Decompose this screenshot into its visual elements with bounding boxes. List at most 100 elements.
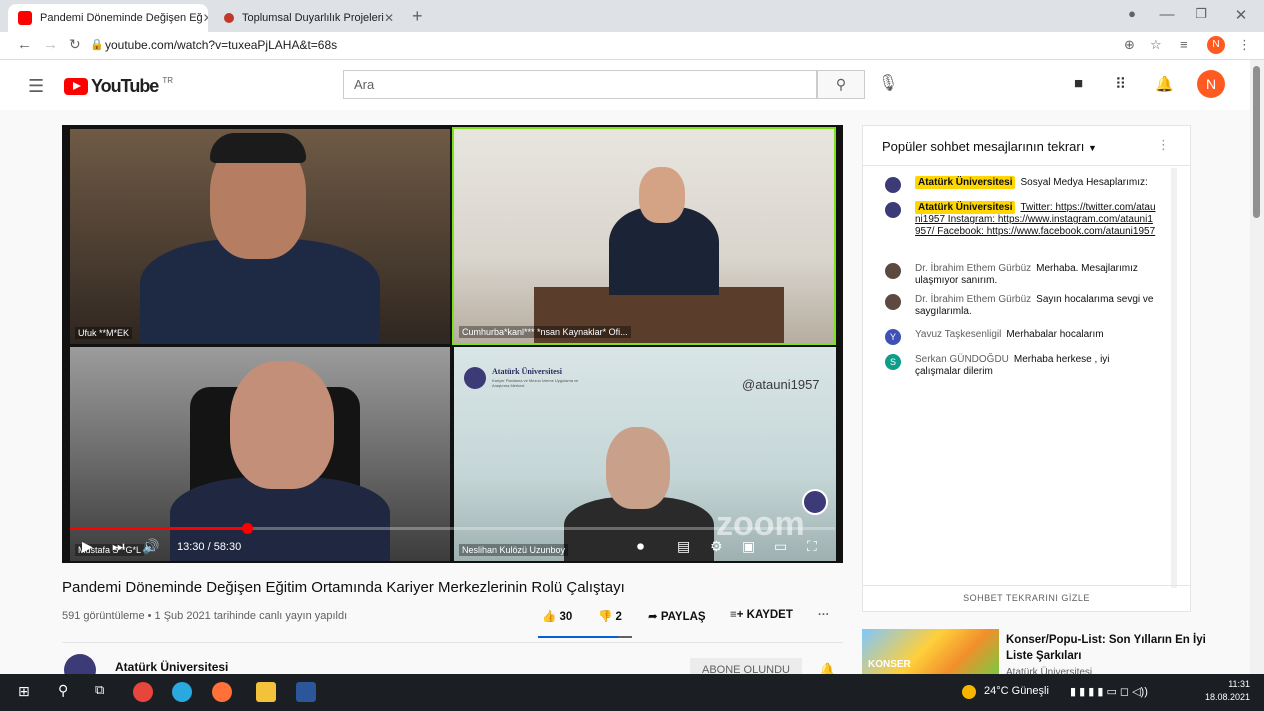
time-display: 13:30 / 58:30 <box>177 541 242 553</box>
recommended-thumbnail[interactable]: KONSER <box>862 629 999 675</box>
page-scrollbar-thumb[interactable] <box>1253 66 1260 218</box>
user-avatar-letter: Y <box>885 329 901 345</box>
voice-search-icon[interactable]: 🎙 <box>878 73 898 93</box>
file-explorer-icon[interactable] <box>256 682 276 702</box>
chat-message: Atatürk Üniversitesi Sosyal Medya Hesapla… <box>885 176 1157 193</box>
menu-icon[interactable]: ☰ <box>28 76 44 97</box>
install-app-icon[interactable]: ⊕ <box>1124 37 1135 53</box>
participant-face <box>230 361 334 489</box>
tray-icons[interactable]: ▮ ▮ ▮ ▮ ▭ ◻ ◁)) <box>1070 685 1148 698</box>
url-field[interactable]: youtube.com/watch?v=tuxeaPjLAHA&t=68s <box>105 38 337 52</box>
page-scrollbar[interactable] <box>1250 60 1264 674</box>
chat-more-icon[interactable]: ⋮ <box>1157 137 1170 153</box>
new-tab-button[interactable]: + <box>412 6 423 27</box>
recommended-title[interactable]: Konser/Popu-List: Son Yılların En İyi Li… <box>1006 632 1206 664</box>
like-ratio-fill <box>538 636 618 638</box>
play-icon[interactable]: ▶ <box>82 538 93 555</box>
youtube-header: ☰ YouTube TR Ara ⚲ 🎙 ■ ⠿ 🔔 N <box>0 60 1264 110</box>
browser-tab-bar: Pandemi Döneminde Değişen Eğ ✕ Toplumsal… <box>0 0 1264 32</box>
firefox-icon[interactable] <box>212 682 232 702</box>
create-video-icon[interactable]: ■ <box>1074 75 1083 92</box>
chat-message: Dr. İbrahim Ethem Gürbüz Sayın hocalarıma… <box>885 294 1157 318</box>
search-input[interactable]: Ara <box>343 70 817 99</box>
search-icon[interactable]: ⚲ <box>58 682 68 699</box>
owner-avatar <box>885 202 901 218</box>
chat-author[interactable]: Atatürk Üniversitesi <box>915 201 1016 214</box>
chat-author[interactable]: Dr. İbrahim Ethem Gürbüz <box>915 263 1031 274</box>
reload-icon[interactable]: ↻ <box>69 36 81 53</box>
more-actions-button[interactable]: ··· <box>818 609 830 621</box>
next-icon[interactable]: ⏭ <box>112 538 125 555</box>
browser-menu-icon[interactable]: ⋮ <box>1238 37 1251 53</box>
thumbs-down-icon: 👎 <box>598 611 613 623</box>
profile-dot-icon[interactable]: ● <box>1117 6 1147 21</box>
search-icon: ⚲ <box>835 76 847 92</box>
bookmark-star-icon[interactable]: ☆ <box>1150 37 1162 53</box>
browser-profile-avatar[interactable]: N <box>1207 36 1225 54</box>
miniplayer-icon[interactable]: ▣ <box>742 538 755 555</box>
chat-author[interactable]: Serkan GÜNDOĞDU <box>915 354 1009 365</box>
logo-word: YouTube <box>91 76 159 96</box>
dislike-button[interactable]: 👎 2 <box>598 609 622 623</box>
university-seal-icon <box>464 367 486 389</box>
chat-header: Popüler sohbet mesajlarının tekrarı ▼ ⋮ <box>863 126 1190 166</box>
weather-sun-icon <box>962 685 976 699</box>
lock-icon: 🔒 <box>90 39 104 51</box>
tab-youtube[interactable]: Pandemi Döneminde Değişen Eğ ✕ <box>8 4 208 32</box>
chat-title: Popüler sohbet mesajlarının tekrarı <box>882 139 1085 154</box>
slide-handle: @atauni1957 <box>742 377 820 392</box>
youtube-logo[interactable]: YouTube TR <box>64 76 173 97</box>
video-player[interactable]: Ufuk **M*EK Cumhurba*kanl*** *nsan Kayna… <box>62 125 843 563</box>
user-avatar[interactable]: N <box>1197 70 1225 98</box>
back-icon[interactable]: ← <box>17 36 32 53</box>
channel-name[interactable]: Atatürk Üniversitesi <box>115 660 228 674</box>
user-avatar-photo <box>885 294 901 310</box>
divider <box>62 642 843 643</box>
minimize-button[interactable]: — <box>1152 6 1182 23</box>
windows-start-icon[interactable]: ⊞ <box>18 683 30 700</box>
chevron-down-icon: ▼ <box>1087 143 1097 153</box>
hide-chat-replay-button[interactable]: SOHBET TEKRARINI GİZLE <box>863 585 1190 611</box>
task-view-icon[interactable]: ⧉ <box>95 682 104 698</box>
maximize-button[interactable]: ❐ <box>1186 6 1216 22</box>
live-chat-replay: Popüler sohbet mesajlarının tekrarı ▼ ⋮ … <box>862 125 1191 612</box>
tab-close-icon[interactable]: ✕ <box>203 11 208 25</box>
forward-icon[interactable]: → <box>43 36 58 53</box>
system-clock[interactable]: 11:31 18.08.2021 <box>1205 678 1250 704</box>
tab-title: Pandemi Döneminde Değişen Eğ <box>40 12 203 24</box>
theater-mode-icon[interactable]: ▭ <box>774 538 787 555</box>
share-arrow-icon: ➦ <box>648 611 658 623</box>
participant-tile: Ufuk **M*EK <box>70 129 450 344</box>
youtube-play-logo-icon <box>64 78 88 95</box>
like-count: 30 <box>559 611 573 623</box>
chat-text: Sosyal Medya Hesaplarımız: <box>1020 177 1148 188</box>
volume-icon[interactable]: 🔊 <box>142 538 159 555</box>
slide-subtitle: Kariyer Planlama ve Mezun İzleme Uygulam… <box>492 378 579 388</box>
edge-icon[interactable] <box>172 682 192 702</box>
apps-grid-icon[interactable]: ⠿ <box>1115 75 1126 93</box>
chat-author[interactable]: Yavuz Taşkesenligil <box>915 329 1001 340</box>
chat-author[interactable]: Dr. İbrahim Ethem Gürbüz <box>915 294 1031 305</box>
reading-list-icon[interactable]: ≡ <box>1180 37 1188 52</box>
chat-message: Dr. İbrahim Ethem Gürbüz Merhaba. Mesajla… <box>885 263 1157 287</box>
tab-projects[interactable]: Toplumsal Duyarlılık Projeleri ✕ <box>214 4 404 32</box>
notifications-bell-icon[interactable]: 🔔 <box>1155 75 1174 93</box>
like-button[interactable]: 👍 30 <box>542 609 572 623</box>
close-window-button[interactable]: ✕ <box>1226 6 1256 24</box>
save-button[interactable]: ≡+ KAYDET <box>730 609 793 621</box>
tab-close-icon[interactable]: ✕ <box>384 11 394 25</box>
autoplay-toggle-icon[interactable]: ⏺ <box>637 538 644 555</box>
weather-text[interactable]: 24°C Güneşli <box>984 685 1049 697</box>
user-avatar-photo <box>885 263 901 279</box>
settings-gear-icon[interactable]: ⚙ <box>710 538 723 555</box>
video-meta: 591 görüntüleme • 1 Şub 2021 tarihinde c… <box>62 610 348 622</box>
chat-author[interactable]: Atatürk Üniversitesi <box>915 176 1016 189</box>
share-button[interactable]: ➦ PAYLAŞ <box>648 609 706 623</box>
subtitles-icon[interactable]: ▤ <box>677 538 690 555</box>
word-icon[interactable] <box>296 682 316 702</box>
chat-mode-dropdown[interactable]: Popüler sohbet mesajlarının tekrarı ▼ <box>882 139 1097 154</box>
fullscreen-icon[interactable]: ⛶ <box>807 538 817 555</box>
search-button[interactable]: ⚲ <box>817 70 865 99</box>
chrome-icon[interactable] <box>133 682 153 702</box>
chat-scrollbar[interactable] <box>1171 168 1177 588</box>
